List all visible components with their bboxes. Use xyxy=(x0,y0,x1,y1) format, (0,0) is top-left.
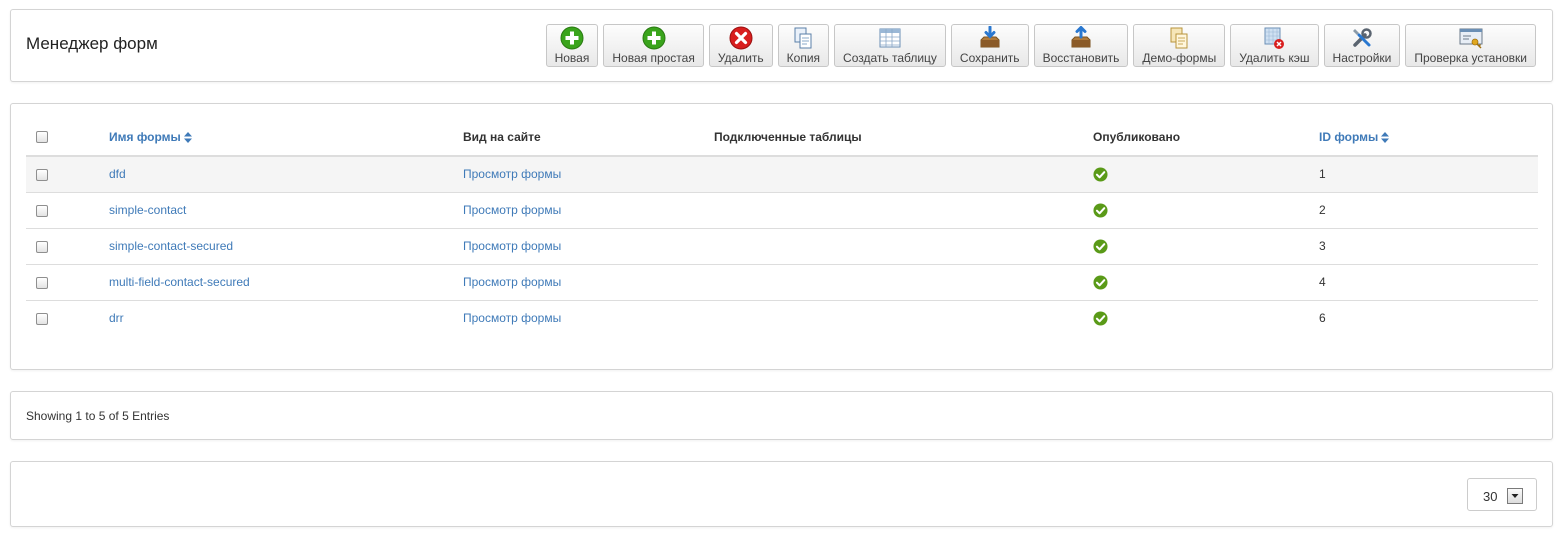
check-install-button[interactable]: Проверка установки xyxy=(1405,24,1536,67)
table-row: multi-field-contact-secured Просмотр фор… xyxy=(26,264,1538,301)
select-all-checkbox[interactable] xyxy=(36,131,48,144)
delete-button[interactable]: Удалить xyxy=(708,24,773,67)
table-row: simple-contact Просмотр формы 2 xyxy=(26,192,1538,229)
check-install-button-label: Проверка установки xyxy=(1414,51,1527,65)
published-check-icon[interactable] xyxy=(1093,311,1108,326)
delete-button-label: Удалить xyxy=(717,51,764,65)
column-header-tables: Подключенные таблицы xyxy=(714,118,1093,157)
row-checkbox[interactable] xyxy=(36,313,48,326)
form-name-link[interactable]: drr xyxy=(109,311,124,325)
new-button[interactable]: Новая xyxy=(545,24,599,67)
header-panel: Менеджер форм Новая Новая простая Удалит… xyxy=(10,9,1553,82)
published-check-icon[interactable] xyxy=(1093,239,1108,254)
connected-tables-cell xyxy=(714,264,1093,301)
settings-button-label: Настройки xyxy=(1332,51,1392,65)
delete-red-icon xyxy=(729,26,753,50)
published-check-icon[interactable] xyxy=(1093,275,1108,290)
clear-cache-button[interactable]: Удалить кэш xyxy=(1230,24,1319,67)
demo-forms-button[interactable]: Демо-формы xyxy=(1133,24,1226,67)
connected-tables-cell xyxy=(714,192,1093,229)
demo-forms-button-label: Демо-формы xyxy=(1142,51,1217,65)
view-form-link[interactable]: Просмотр формы xyxy=(463,239,561,253)
row-checkbox[interactable] xyxy=(36,276,48,289)
clear-cache-button-label: Удалить кэш xyxy=(1239,51,1310,65)
forms-table-panel: Имя формы Вид на сайте Подключенные табл… xyxy=(10,103,1553,370)
form-id-cell: 3 xyxy=(1319,228,1538,265)
create-table-button-label: Создать таблицу xyxy=(843,51,937,65)
chevron-down-icon xyxy=(1511,494,1519,498)
settings-button[interactable]: Настройки xyxy=(1323,24,1401,67)
column-header-id: ID формы xyxy=(1319,118,1538,157)
form-id-cell: 4 xyxy=(1319,264,1538,301)
sort-by-name-link[interactable]: Имя формы xyxy=(109,130,181,144)
published-check-icon[interactable] xyxy=(1093,167,1108,182)
form-name-link[interactable]: multi-field-contact-secured xyxy=(109,275,250,289)
pager-panel: 30 xyxy=(10,461,1553,527)
form-id-cell: 2 xyxy=(1319,192,1538,229)
column-header-name: Имя формы xyxy=(109,118,463,157)
tools-icon xyxy=(1352,28,1372,47)
column-header-published: Опубликовано xyxy=(1093,118,1319,157)
column-header-view: Вид на сайте xyxy=(463,118,714,157)
create-table-button[interactable]: Создать таблицу xyxy=(834,24,946,67)
published-check-icon[interactable] xyxy=(1093,203,1108,218)
view-form-link[interactable]: Просмотр формы xyxy=(463,167,561,181)
copy-button[interactable]: Копия xyxy=(777,24,830,67)
plus-green-icon xyxy=(642,26,666,50)
table-row: dfd Просмотр формы 1 xyxy=(26,156,1538,193)
save-download-icon xyxy=(980,26,1000,48)
form-id-cell: 6 xyxy=(1319,311,1326,326)
new-simple-button[interactable]: Новая простая xyxy=(603,24,704,67)
view-form-link[interactable]: Просмотр формы xyxy=(463,203,561,217)
view-form-link[interactable]: Просмотр формы xyxy=(463,311,561,325)
table-row: drr Просмотр формы 6 xyxy=(26,300,1538,336)
save-button[interactable]: Сохранить xyxy=(950,24,1029,67)
sort-arrows-icon[interactable] xyxy=(183,131,192,143)
row-checkbox[interactable] xyxy=(36,204,48,217)
header-checkbox-cell xyxy=(26,118,109,157)
new-button-label: Новая xyxy=(554,51,590,65)
forms-table: Имя формы Вид на сайте Подключенные табл… xyxy=(26,118,1538,336)
connected-tables-cell xyxy=(714,300,1093,336)
sort-arrows-icon[interactable] xyxy=(1381,131,1390,143)
check-install-icon xyxy=(1459,28,1483,49)
list-limit-value: 30 xyxy=(1483,489,1498,504)
save-button-label: Сохранить xyxy=(959,51,1020,65)
page-title: Менеджер форм xyxy=(26,34,158,53)
entries-count-text: Showing 1 to 5 of 5 Entries xyxy=(26,409,170,423)
clear-cache-icon xyxy=(1264,27,1285,49)
list-limit-select[interactable]: 30 xyxy=(1467,478,1537,511)
table-header-row: Имя формы Вид на сайте Подключенные табл… xyxy=(26,118,1538,157)
form-id-cell: 1 xyxy=(1319,156,1538,193)
restore-upload-icon xyxy=(1071,26,1091,48)
connected-tables-cell xyxy=(714,228,1093,265)
toolbar: Новая Новая простая Удалить Копия Создат… xyxy=(545,24,1536,67)
connected-tables-cell xyxy=(714,156,1093,193)
sort-by-id-link[interactable]: ID формы xyxy=(1319,130,1378,144)
new-simple-button-label: Новая простая xyxy=(612,51,695,65)
form-name-link[interactable]: simple-contact-secured xyxy=(109,239,233,253)
pagination-info-panel: Showing 1 to 5 of 5 Entries xyxy=(10,391,1553,440)
dropdown-arrow-button[interactable] xyxy=(1507,488,1523,504)
form-name-link[interactable]: simple-contact xyxy=(109,203,186,217)
restore-button-label: Восстановить xyxy=(1042,51,1120,65)
form-name-link[interactable]: dfd xyxy=(109,167,126,181)
table-icon xyxy=(879,28,901,48)
row-checkbox[interactable] xyxy=(36,169,48,182)
row-checkbox[interactable] xyxy=(36,240,48,253)
copy-button-label: Копия xyxy=(786,51,821,65)
table-row: simple-contact-secured Просмотр формы 3 xyxy=(26,228,1538,265)
plus-green-icon xyxy=(560,26,584,50)
demo-forms-icon xyxy=(1170,27,1188,49)
view-form-link[interactable]: Просмотр формы xyxy=(463,275,561,289)
copy-icon xyxy=(794,27,812,49)
restore-button[interactable]: Восстановить xyxy=(1033,24,1129,67)
